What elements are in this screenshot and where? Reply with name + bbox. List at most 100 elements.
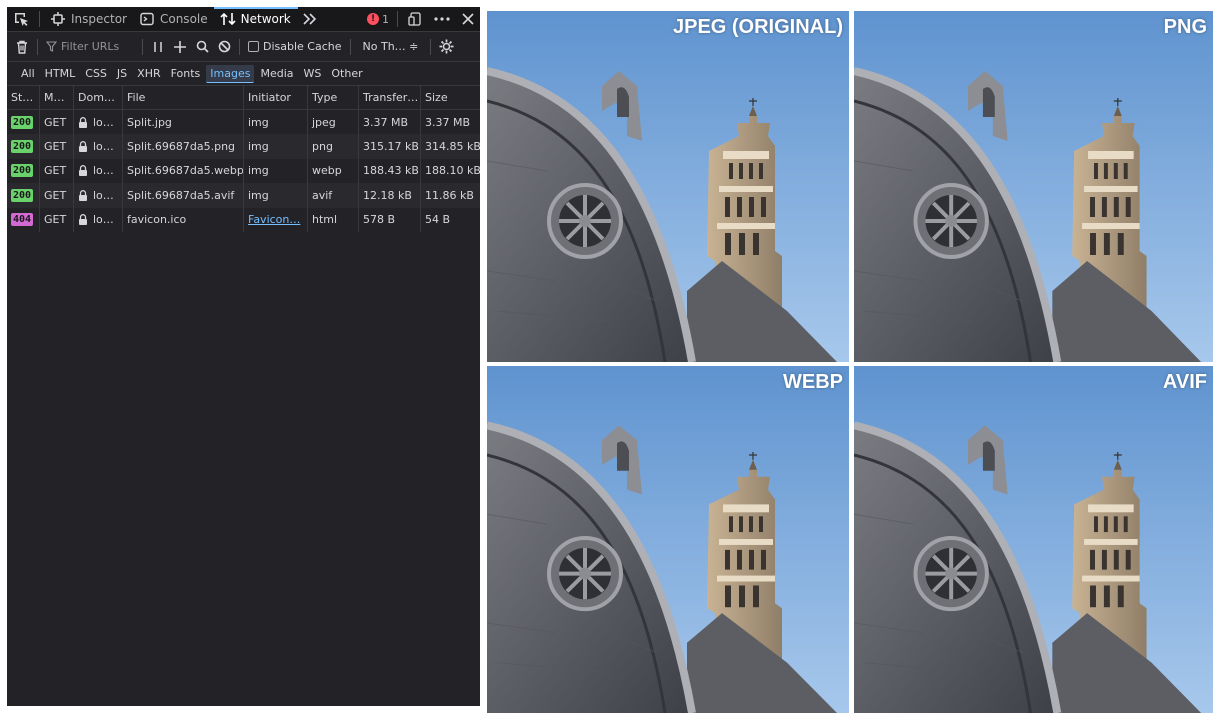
filter-icon	[46, 41, 57, 52]
gear-icon	[439, 39, 454, 54]
menu-button[interactable]	[428, 7, 456, 31]
devtools-panel: Inspector Console Network ! 1 Filter URL…	[7, 7, 480, 706]
table-row[interactable]: 200 GET lo… Split.69687da5.webp img webp 188.4…	[7, 158, 480, 184]
cell-file: Split.69687da5.webp	[123, 158, 244, 184]
column-header-initiator[interactable]: Initiator	[244, 86, 308, 109]
filterbar-divider	[430, 38, 432, 55]
type-filter-all[interactable]: All	[17, 65, 39, 82]
filterbar-divider	[37, 38, 38, 55]
type-filter-css[interactable]: CSS	[81, 65, 111, 82]
cell-type: webp	[308, 158, 359, 184]
tab-network-label: Network	[240, 12, 291, 26]
requests-table-header: St… M… Dom… File Initiator Type Transfer…	[7, 86, 480, 110]
add-request-button[interactable]	[169, 36, 191, 58]
tab-inspector-label: Inspector	[71, 12, 127, 26]
plus-icon	[174, 40, 186, 53]
block-requests-button[interactable]	[213, 36, 235, 58]
type-filter-ws[interactable]: WS	[300, 65, 326, 82]
tab-network[interactable]: Network	[214, 7, 297, 31]
cell-initiator: Favicon…	[244, 207, 308, 232]
church-photo-jpeg	[487, 11, 849, 362]
cell-transfer: 12.18 kB	[359, 183, 421, 208]
network-settings-button[interactable]	[435, 36, 458, 58]
webp-label: WEBP	[783, 371, 843, 393]
filterbar-divider	[349, 38, 351, 55]
lock-icon	[78, 165, 88, 177]
webp-image-panel: WEBP	[487, 366, 849, 713]
cell-status: 200	[7, 158, 40, 184]
filterbar-divider	[142, 38, 143, 55]
cell-transfer: 578 B	[359, 207, 421, 232]
filter-urls-input[interactable]: Filter URLs	[42, 40, 138, 53]
type-filter-media[interactable]: Media	[256, 65, 297, 82]
type-filter-fonts[interactable]: Fonts	[167, 65, 205, 82]
cell-file: Split.jpg	[123, 110, 244, 135]
toolbar-divider	[397, 11, 398, 27]
error-count-badge[interactable]: ! 1	[363, 13, 393, 26]
cell-transfer: 315.17 kB	[359, 134, 421, 159]
clear-requests-button[interactable]	[11, 36, 33, 58]
cell-method: GET	[40, 183, 74, 208]
cell-domain: lo…	[74, 158, 123, 184]
column-header-domain[interactable]: Dom…	[74, 86, 123, 109]
search-button[interactable]	[191, 36, 213, 58]
status-badge: 200	[11, 115, 34, 129]
dock-button[interactable]	[402, 7, 428, 31]
cell-initiator: img	[244, 183, 308, 208]
more-tools-button[interactable]	[297, 7, 323, 31]
cell-initiator: img	[244, 134, 308, 159]
column-header-size[interactable]: Size	[421, 86, 480, 109]
cell-domain: lo…	[74, 207, 123, 232]
pick-element-button[interactable]	[7, 7, 35, 31]
church-photo-webp	[487, 366, 849, 713]
domain-text: lo…	[93, 188, 114, 202]
search-icon	[196, 40, 209, 53]
status-badge: 200	[11, 164, 34, 178]
column-header-method[interactable]: M…	[40, 86, 74, 109]
tab-console[interactable]: Console	[133, 7, 214, 31]
cell-method: GET	[40, 110, 74, 135]
church-photo-png	[854, 11, 1213, 362]
table-row[interactable]: 200 GET lo… Split.jpg img jpeg 3.37 MB 3.37 MB	[7, 110, 480, 135]
cell-status: 200	[7, 110, 40, 135]
disable-cache-checkbox[interactable]	[248, 41, 259, 52]
table-row[interactable]: 200 GET lo… Split.69687da5.png img png 315.17 …	[7, 134, 480, 159]
pause-icon	[154, 41, 162, 52]
cell-type: jpeg	[308, 110, 359, 135]
cell-method: GET	[40, 207, 74, 232]
cell-status: 200	[7, 183, 40, 208]
cell-initiator: img	[244, 158, 308, 184]
cell-type: png	[308, 134, 359, 159]
cell-status: 404	[7, 207, 40, 232]
lock-icon	[78, 189, 88, 201]
type-filter-xhr[interactable]: XHR	[133, 65, 164, 82]
domain-text: lo…	[93, 140, 114, 154]
close-devtools-button[interactable]	[456, 7, 480, 31]
cell-domain: lo…	[74, 110, 123, 135]
cell-file: favicon.ico	[123, 207, 244, 232]
cell-transfer: 3.37 MB	[359, 110, 421, 135]
pause-button[interactable]	[147, 36, 169, 58]
cell-size: 11.86 kB	[425, 188, 474, 202]
tab-inspector[interactable]: Inspector	[44, 7, 133, 31]
type-filter-js[interactable]: JS	[113, 65, 131, 82]
type-filter-other[interactable]: Other	[327, 65, 366, 82]
ellipsis-icon	[434, 17, 450, 21]
column-header-status[interactable]: St…	[7, 86, 40, 109]
throttling-select[interactable]: No Th… ≑	[355, 40, 427, 53]
initiator-link[interactable]: Favicon…	[248, 213, 300, 226]
jpeg-label: JPEG (ORIGINAL)	[672, 16, 843, 38]
type-filter-images[interactable]: Images	[206, 64, 255, 83]
column-header-transferred[interactable]: Transfer…	[359, 86, 421, 109]
column-header-type[interactable]: Type	[308, 86, 359, 109]
cell-size: 188.10 kB	[425, 164, 480, 178]
disable-cache-toggle[interactable]: Disable Cache	[244, 40, 346, 53]
cell-domain: lo…	[74, 183, 123, 208]
lock-icon	[78, 116, 88, 128]
column-header-file[interactable]: File	[123, 86, 244, 109]
avif-label: AVIF	[1162, 371, 1207, 393]
status-badge: 200	[11, 140, 34, 154]
type-filter-html[interactable]: HTML	[41, 65, 80, 82]
table-row[interactable]: 200 GET lo… Split.69687da5.avif img avif 12.18…	[7, 183, 480, 208]
table-row[interactable]: 404 GET lo… favicon.ico Favicon… html 578 B 54 …	[7, 207, 480, 232]
